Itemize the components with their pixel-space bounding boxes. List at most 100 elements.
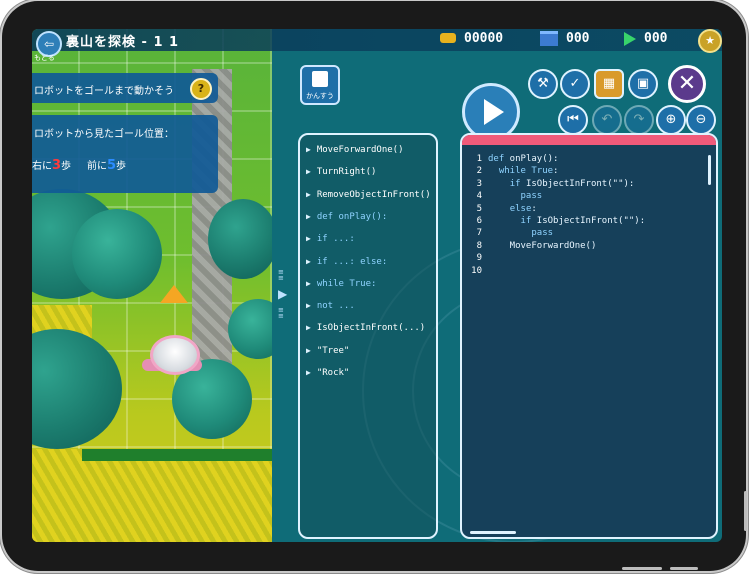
caret-right-icon: ▶ bbox=[306, 256, 311, 266]
undo-button[interactable]: ↶ bbox=[592, 105, 622, 135]
palette-item-label: not ... bbox=[316, 301, 355, 312]
palette-item[interactable]: ▶ RemoveObjectInFront() bbox=[306, 190, 430, 200]
stage-title: 裏山を探検 - 1 1 bbox=[66, 35, 180, 50]
caret-right-icon: ▶ bbox=[306, 278, 311, 288]
code-line[interactable]: if IsObjectInFront(""): bbox=[488, 178, 645, 190]
palette-item[interactable]: ▶ def onPlay(): bbox=[306, 212, 430, 222]
line-number-gutter: 1 2 3 4 5 6 7 8 9 10 bbox=[462, 153, 482, 277]
open-button[interactable]: ▦ bbox=[594, 69, 624, 99]
front-value: 5 bbox=[106, 158, 116, 173]
code-line[interactable]: while True: bbox=[488, 165, 645, 177]
palette-item[interactable]: ▶ if ...: bbox=[306, 234, 430, 244]
palette-item-label: while True: bbox=[316, 278, 377, 289]
settings-button[interactable]: ⚒ bbox=[528, 69, 558, 99]
front-suffix: 歩 bbox=[116, 161, 126, 172]
caret-right-icon: ▶ bbox=[306, 145, 311, 154]
code-area[interactable]: def onPlay(): while True: if IsObjectInF… bbox=[488, 153, 645, 277]
bottom-button-2 bbox=[670, 567, 698, 570]
goal-marker-icon bbox=[160, 285, 188, 303]
play-icon bbox=[624, 32, 636, 46]
right-value: 3 bbox=[52, 158, 62, 173]
wrench-icon: ⚒ bbox=[537, 76, 549, 91]
function-book-icon bbox=[312, 71, 328, 87]
palette-item[interactable]: ▶ while True: bbox=[306, 279, 430, 289]
right-suffix: 歩 bbox=[61, 161, 72, 172]
palette-item-label: RemoveObjectInFront() bbox=[316, 189, 430, 200]
code-line[interactable]: if IsObjectInFront(""): bbox=[488, 215, 646, 227]
caret-right-icon: ▶ bbox=[306, 167, 311, 177]
back-label: もどる bbox=[34, 54, 55, 62]
zoom-out-button[interactable]: ⊖ bbox=[686, 105, 716, 135]
box-count: 000 bbox=[566, 31, 590, 46]
editor-header-strip bbox=[462, 135, 716, 145]
palette-item[interactable]: ▶ MoveForwardOne() bbox=[306, 145, 430, 155]
palette-item[interactable]: ▶ IsObjectInFront(...) bbox=[306, 323, 430, 333]
tree-bush bbox=[32, 329, 122, 449]
close-icon: ✕ bbox=[677, 71, 697, 96]
code-line[interactable] bbox=[488, 265, 645, 277]
palette-item-label: if ...: bbox=[316, 234, 355, 245]
palette-item-label: if ...: else: bbox=[316, 256, 388, 267]
code-line[interactable]: pass bbox=[488, 190, 645, 202]
trophy-icon[interactable]: ★ bbox=[698, 29, 722, 53]
line-number: 4 bbox=[476, 191, 482, 202]
caret-right-icon: ▶ bbox=[306, 234, 311, 244]
palette-item[interactable]: ▶ not ... bbox=[306, 301, 430, 311]
undo-icon: ↶ bbox=[601, 112, 613, 127]
palette-item-label: MoveForwardOne() bbox=[316, 145, 404, 155]
check-icon: ✓ bbox=[569, 76, 581, 91]
coin-icon bbox=[440, 33, 456, 43]
code-line[interactable] bbox=[488, 252, 645, 264]
check-button[interactable]: ✓ bbox=[560, 69, 590, 99]
code-line[interactable]: MoveForwardOne() bbox=[488, 240, 645, 252]
mission-text: ロボットをゴールまで動かそう bbox=[34, 86, 174, 97]
goal-info-values: 右に3歩 前に5歩 bbox=[32, 157, 126, 173]
code-line[interactable]: else: bbox=[488, 203, 645, 215]
help-button[interactable]: ? bbox=[190, 78, 212, 100]
goal-info-title: ロボットから見たゴール位置： bbox=[34, 129, 174, 140]
window-button[interactable]: ▣ bbox=[628, 69, 658, 99]
close-button[interactable]: ✕ bbox=[668, 65, 706, 103]
line-number: 8 bbox=[476, 240, 482, 251]
zoom-in-button[interactable]: ⊕ bbox=[656, 105, 686, 135]
caret-right-icon: ▶ bbox=[306, 189, 311, 199]
zoom-out-icon: ⊖ bbox=[695, 112, 707, 127]
caret-right-icon: ▶ bbox=[306, 211, 311, 221]
ground-edge bbox=[82, 449, 272, 461]
palette-item[interactable]: ▶ "Tree" bbox=[306, 346, 430, 356]
tree-bush bbox=[228, 299, 272, 359]
box-icon bbox=[540, 31, 558, 46]
line-number: 9 bbox=[476, 253, 482, 264]
play-count: 000 bbox=[644, 31, 668, 46]
caret-right-icon: ▶ bbox=[306, 368, 311, 377]
tablet-frame: ⇦ もどる 裏山を探検 - 1 1 00000 000 000 ★ ロボットをゴ… bbox=[2, 1, 747, 571]
vertical-scrollbar[interactable] bbox=[708, 155, 711, 185]
horizontal-scrollbar[interactable] bbox=[470, 531, 516, 534]
code-editor[interactable]: 1 2 3 4 5 6 7 8 9 10 def onPlay(): while True: if… bbox=[460, 133, 718, 539]
game-world bbox=[32, 29, 272, 542]
palette-item[interactable]: ▶ if ...: else: bbox=[306, 257, 430, 267]
folder-icon: ▦ bbox=[602, 76, 616, 91]
caret-right-icon: ▶ bbox=[306, 345, 311, 355]
rewind-button[interactable]: ⏮ bbox=[558, 105, 588, 135]
functions-label: かんすう bbox=[306, 92, 334, 100]
line-number: 6 bbox=[476, 216, 482, 227]
palette-item[interactable]: ▶ "Rock" bbox=[306, 368, 430, 378]
redo-icon: ↷ bbox=[633, 112, 645, 127]
run-play-icon bbox=[484, 99, 504, 125]
chevron-right-icon: ▶ bbox=[278, 287, 288, 301]
palette-item-label: "Rock" bbox=[316, 368, 350, 378]
palette-item-label: def onPlay(): bbox=[316, 211, 388, 222]
coin-count: 00000 bbox=[464, 31, 504, 46]
tree-bush bbox=[72, 209, 162, 299]
palette-item[interactable]: ▶ TurnRight() bbox=[306, 167, 430, 177]
functions-button[interactable]: かんすう bbox=[300, 65, 340, 105]
collapse-handle[interactable]: ≡ ≡ ▶ ≡ ≡ bbox=[278, 269, 290, 329]
robot-character bbox=[150, 335, 200, 375]
redo-button[interactable]: ↷ bbox=[624, 105, 654, 135]
palette-item-label: TurnRight() bbox=[316, 167, 377, 178]
code-line[interactable]: pass bbox=[488, 227, 645, 239]
right-prefix: 右に bbox=[32, 161, 52, 172]
code-line[interactable]: def onPlay(): bbox=[488, 153, 645, 165]
caret-right-icon: ▶ bbox=[306, 323, 311, 333]
